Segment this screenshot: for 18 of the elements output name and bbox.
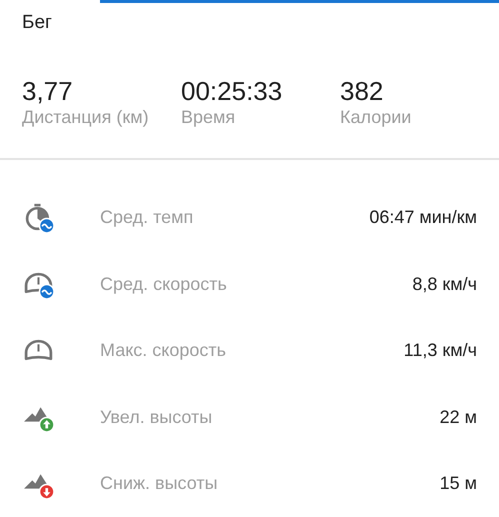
metric-label: Увел. высоты bbox=[100, 406, 214, 428]
stopwatch-icon bbox=[23, 202, 55, 234]
metric-value: 06:47 мин/км bbox=[369, 207, 477, 228]
metric-label: Макс. скорость bbox=[100, 340, 228, 362]
metric-value: 8,8 км/ч bbox=[412, 274, 477, 295]
stat-value: 00:25:33 bbox=[181, 76, 282, 106]
metric-value: 22 м bbox=[440, 406, 477, 428]
metric-value: 15 м bbox=[440, 473, 477, 494]
metric-label: Сред. скорость bbox=[100, 274, 228, 295]
metric-label: Сниж. высоты bbox=[100, 473, 219, 494]
stat-value: 3,77 bbox=[22, 76, 73, 106]
stat-value: 382 bbox=[340, 76, 384, 106]
stat-label: Дистанция (км) bbox=[22, 106, 149, 128]
activity-title: Бег bbox=[21, 10, 53, 34]
stat-label: Калории bbox=[340, 106, 412, 128]
metric-value: 11,3 км/ч bbox=[404, 340, 477, 362]
stat-label: Время bbox=[181, 106, 236, 128]
metric-label: Сред. темп bbox=[100, 207, 194, 228]
